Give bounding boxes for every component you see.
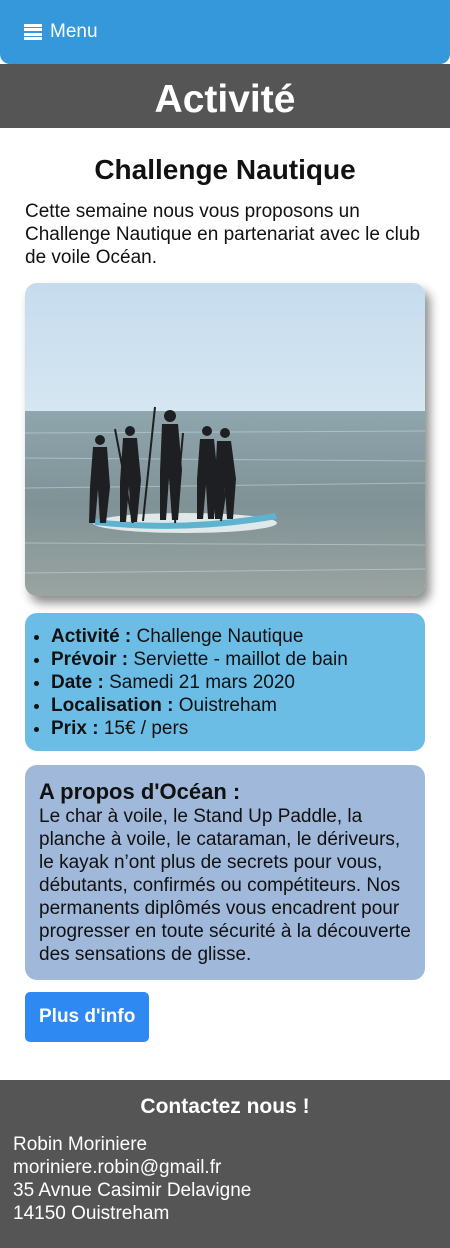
contact-name: Robin Moriniere — [13, 1134, 148, 1155]
activity-intro: Cette semaine nous vous proposons un Cha… — [25, 201, 421, 268]
about-title: A propos d'Océan : — [39, 779, 241, 804]
activity-details: Activité : Challenge Nautique Prévoir : … — [25, 613, 425, 751]
more-info-button[interactable]: Plus d'info — [25, 992, 150, 1042]
menu-button[interactable]: Menu — [24, 21, 98, 43]
menu-label: Menu — [50, 21, 98, 42]
activity-photo — [25, 283, 425, 596]
about-ocean-box: A propos d'Océan : Le char à voile, le S… — [25, 765, 425, 980]
detail-bring: Prévoir : Serviette - maillot de bain — [51, 648, 411, 671]
contact-city: 14150 Ouistreham — [13, 1203, 170, 1224]
contact-email[interactable]: moriniere.robin@gmail.fr — [13, 1156, 450, 1179]
detail-price: Prix : 15€ / pers — [51, 717, 411, 740]
page-header: Activité — [0, 64, 450, 128]
footer-contact: Contactez nous ! Robin Moriniere morinie… — [0, 1080, 450, 1248]
detail-date: Date : Samedi 21 mars 2020 — [51, 671, 411, 694]
detail-location: Localisation : Ouistreham — [51, 694, 411, 717]
stand-up-paddle-photo — [25, 283, 425, 596]
contact-address: 35 Avnue Casimir Delavigne — [13, 1180, 252, 1201]
detail-activity: Activité : Challenge Nautique — [51, 625, 411, 648]
hamburger-icon — [24, 24, 42, 40]
top-nav-bar: Menu — [0, 0, 450, 64]
footer-title: Contactez nous ! — [140, 1095, 310, 1118]
main-content: Challenge Nautique Cette semaine nous vo… — [25, 150, 425, 1042]
page-title: Activité — [154, 78, 296, 121]
activity-title: Challenge Nautique — [94, 154, 356, 185]
about-text: Le char à voile, le Stand Up Paddle, la … — [39, 806, 411, 965]
